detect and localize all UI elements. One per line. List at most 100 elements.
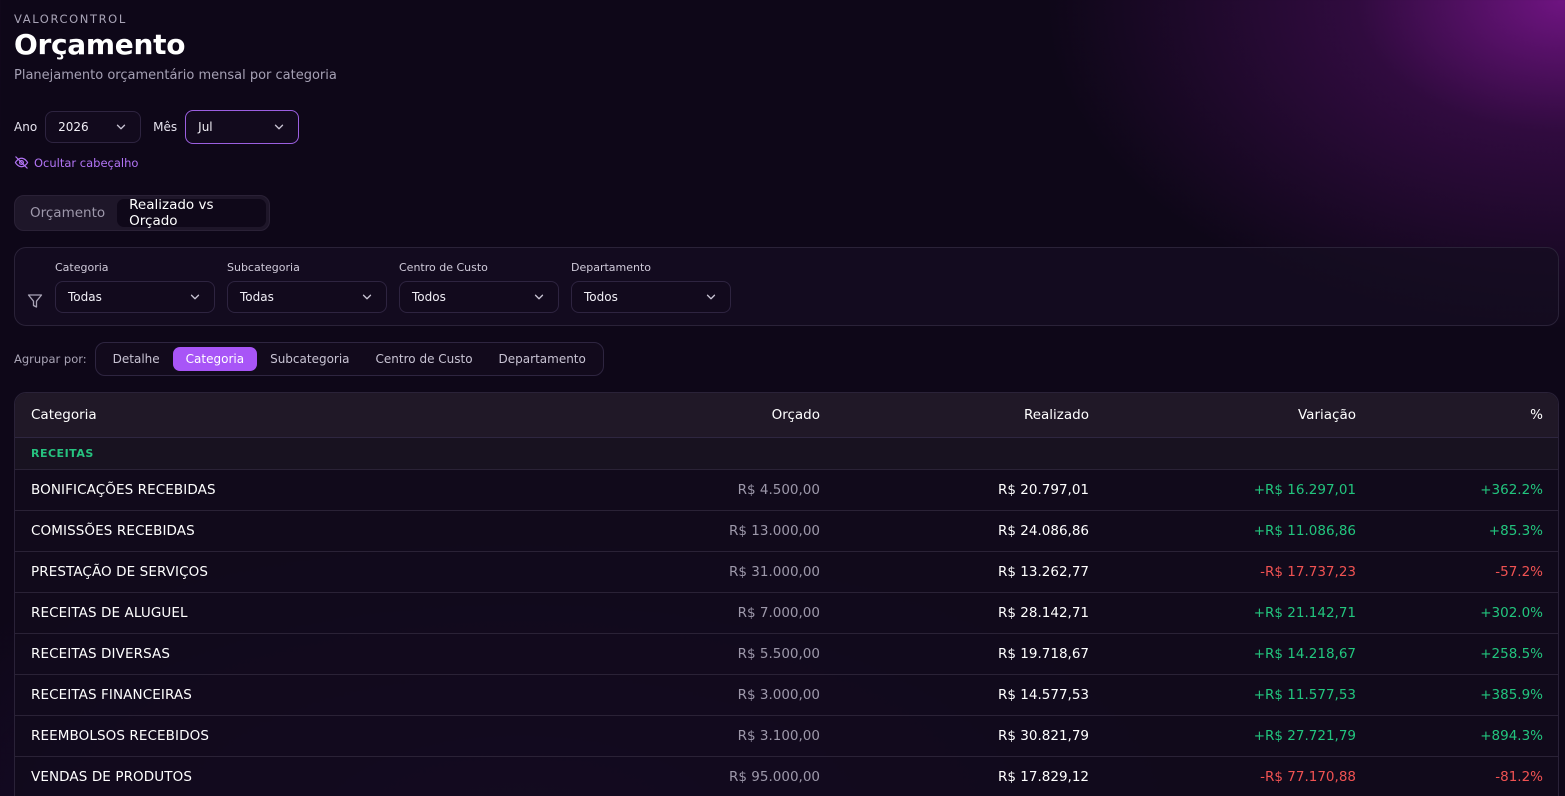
cell-variacao: +R$ 16.297,01: [1253, 482, 1356, 498]
filter-categoria: Categoria Todas: [55, 261, 215, 313]
filter-subcategoria-select[interactable]: Todas: [227, 281, 387, 313]
table-header-row: Categoria Orçado Realizado Variação %: [15, 393, 1558, 438]
filter-centro-de-custo: Centro de Custo Todos: [399, 261, 559, 313]
cell-orcado: R$ 4.500,00: [737, 482, 820, 498]
cell-variacao: +R$ 11.577,53: [1253, 687, 1356, 703]
cell-realizado: R$ 19.718,67: [998, 646, 1089, 662]
cell-categoria: BONIFICAÇÕES RECEBIDAS: [31, 482, 216, 498]
table-row[interactable]: RECEITAS DE ALUGUEL R$ 7.000,00 R$ 28.142,…: [15, 593, 1558, 634]
group-by-control: Agrupar por: Detalhe Categoria Subcatego…: [14, 342, 604, 376]
cell-percent: -81.2%: [1495, 769, 1543, 785]
filter-centro-de-custo-value: Todos: [412, 290, 446, 304]
cell-realizado: R$ 20.797,01: [998, 482, 1089, 498]
filter-departamento: Departamento Todos: [571, 261, 731, 313]
group-by-subcategoria[interactable]: Subcategoria: [257, 347, 362, 371]
table-row[interactable]: RECEITAS DIVERSAS R$ 5.500,00 R$ 19.718,67…: [15, 634, 1558, 675]
cell-orcado: R$ 3.000,00: [737, 687, 820, 703]
group-by-detalhe[interactable]: Detalhe: [100, 347, 173, 371]
cell-percent: +85.3%: [1488, 523, 1543, 539]
cell-realizado: R$ 30.821,79: [998, 728, 1089, 744]
brand-name: VALORCONTROL: [14, 12, 127, 26]
cell-categoria: RECEITAS FINANCEIRAS: [31, 687, 192, 703]
chevron-down-icon: [275, 124, 284, 130]
hide-header-link[interactable]: Ocultar cabeçalho: [14, 155, 138, 170]
budget-table: Categoria Orçado Realizado Variação % RE…: [14, 392, 1559, 796]
group-by-segmented: Detalhe Categoria Subcategoria Centro de…: [94, 342, 604, 376]
table-group-row: RECEITAS: [15, 438, 1558, 470]
filter-subcategoria-value: Todas: [240, 290, 274, 304]
column-header-categoria[interactable]: Categoria: [15, 407, 500, 423]
table-row[interactable]: REEMBOLSOS RECEBIDOS R$ 3.100,00 R$ 30.821…: [15, 716, 1558, 757]
group-by-centro-de-custo[interactable]: Centro de Custo: [363, 347, 486, 371]
table-row[interactable]: RECEITAS FINANCEIRAS R$ 3.000,00 R$ 14.577…: [15, 675, 1558, 716]
filter-departamento-value: Todos: [584, 290, 618, 304]
year-select[interactable]: 2026: [45, 111, 142, 143]
cell-realizado: R$ 13.262,77: [998, 564, 1089, 580]
cell-variacao: +R$ 27.721,79: [1253, 728, 1356, 744]
group-label: RECEITAS: [31, 447, 94, 460]
cell-variacao: -R$ 77.170,88: [1260, 769, 1356, 785]
year-label: Ano: [14, 120, 38, 134]
tab-realizado-vs-orcado[interactable]: Realizado vs Orçado: [117, 197, 266, 229]
cell-orcado: R$ 13.000,00: [729, 523, 820, 539]
cell-orcado: R$ 95.000,00: [729, 769, 820, 785]
cell-orcado: R$ 3.100,00: [737, 728, 820, 744]
cell-realizado: R$ 17.829,12: [998, 769, 1089, 785]
cell-percent: +894.3%: [1480, 728, 1543, 744]
cell-categoria: VENDAS DE PRODUTOS: [31, 769, 192, 785]
cell-categoria: COMISSÕES RECEBIDAS: [31, 523, 195, 539]
cell-realizado: R$ 24.086,86: [998, 523, 1089, 539]
view-tabs: Orçamento Realizado vs Orçado: [14, 195, 270, 231]
table-row[interactable]: BONIFICAÇÕES RECEBIDAS R$ 4.500,00 R$ 20.7…: [15, 470, 1558, 511]
tab-orcamento[interactable]: Orçamento: [18, 199, 117, 227]
cell-variacao: +R$ 14.218,67: [1253, 646, 1356, 662]
cell-variacao: -R$ 17.737,23: [1260, 564, 1356, 580]
cell-orcado: R$ 31.000,00: [729, 564, 820, 580]
filter-icon: [27, 294, 43, 308]
cell-orcado: R$ 7.000,00: [737, 605, 820, 621]
cell-percent: -57.2%: [1495, 564, 1543, 580]
chevron-down-icon: [706, 294, 716, 300]
month-select[interactable]: Jul: [185, 110, 300, 144]
filter-categoria-label: Categoria: [55, 261, 109, 274]
cell-variacao: +R$ 21.142,71: [1253, 605, 1356, 621]
column-header-realizado[interactable]: Realizado: [820, 407, 1089, 423]
chevron-down-icon: [117, 124, 126, 130]
cell-percent: +302.0%: [1480, 605, 1543, 621]
eye-off-icon: [14, 156, 29, 169]
page-title: Orçamento: [14, 28, 186, 61]
hide-header-label: Ocultar cabeçalho: [34, 155, 139, 170]
table-row[interactable]: COMISSÕES RECEBIDAS R$ 13.000,00 R$ 24.086…: [15, 511, 1558, 552]
column-header-variacao[interactable]: Variação: [1089, 407, 1356, 423]
chevron-down-icon: [534, 294, 544, 300]
cell-orcado: R$ 5.500,00: [737, 646, 820, 662]
filter-centro-de-custo-select[interactable]: Todos: [399, 281, 559, 313]
filters-panel: Categoria Todas Subcategoria Todas Centr…: [14, 247, 1559, 326]
group-by-categoria[interactable]: Categoria: [172, 347, 258, 371]
filter-categoria-value: Todas: [68, 290, 102, 304]
filter-categoria-select[interactable]: Todas: [55, 281, 215, 313]
cell-realizado: R$ 14.577,53: [998, 687, 1089, 703]
cell-variacao: +R$ 11.086,86: [1253, 523, 1356, 539]
filter-departamento-select[interactable]: Todos: [571, 281, 731, 313]
filter-departamento-label: Departamento: [571, 261, 652, 274]
chevron-down-icon: [362, 294, 372, 300]
table-row[interactable]: PRESTAÇÃO DE SERVIÇOS R$ 31.000,00 R$ 13.2…: [15, 552, 1558, 593]
cell-categoria: PRESTAÇÃO DE SERVIÇOS: [31, 564, 209, 580]
filter-subcategoria: Subcategoria Todas: [227, 261, 387, 313]
group-by-departamento[interactable]: Departamento: [486, 347, 599, 371]
table-row[interactable]: VENDAS DE PRODUTOS R$ 95.000,00 R$ 17.829,…: [15, 757, 1558, 796]
column-header-orcado[interactable]: Orçado: [500, 407, 820, 423]
cell-realizado: R$ 28.142,71: [998, 605, 1089, 621]
table-body: BONIFICAÇÕES RECEBIDAS R$ 4.500,00 R$ 20.7…: [15, 470, 1558, 796]
column-header-percent[interactable]: %: [1356, 407, 1543, 423]
filter-centro-de-custo-label: Centro de Custo: [399, 261, 488, 274]
month-label: Mês: [153, 120, 178, 134]
group-by-label: Agrupar por:: [14, 352, 87, 366]
month-value: Jul: [198, 120, 213, 134]
period-selector: Ano 2026 Mês Jul: [14, 110, 300, 144]
cell-categoria: RECEITAS DE ALUGUEL: [31, 605, 188, 621]
page-subtitle: Planejamento orçamentário mensal por cat…: [14, 68, 337, 83]
filter-subcategoria-label: Subcategoria: [227, 261, 300, 274]
chevron-down-icon: [190, 294, 200, 300]
